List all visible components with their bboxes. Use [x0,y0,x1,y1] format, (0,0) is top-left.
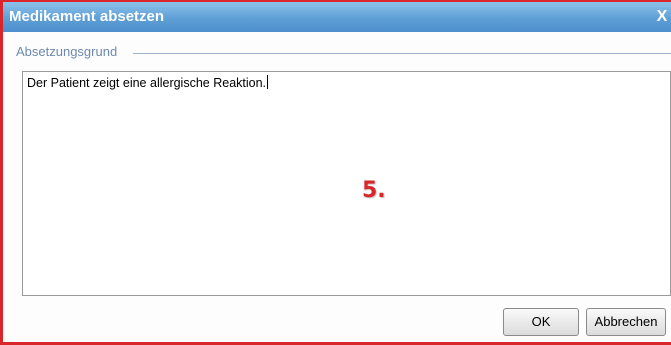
reason-fieldset-legend: Absetzungsgrund [16,44,122,59]
fieldset-divider [133,53,671,54]
ok-button[interactable]: OK [503,308,579,336]
reason-text: Der Patient zeigt eine allergische Reakt… [27,76,267,90]
close-icon[interactable]: X [655,2,669,32]
step-annotation: 5. [362,178,386,203]
dialog-title: Medikament absetzen [9,8,165,25]
reason-textarea[interactable]: Der Patient zeigt eine allergische Reakt… [22,71,671,296]
discontinue-medication-dialog: Medikament absetzen X Absetzungsgrund De… [0,0,671,345]
text-caret [267,75,269,89]
dialog-titlebar: Medikament absetzen X [3,2,671,32]
cancel-button[interactable]: Abbrechen [586,308,666,336]
